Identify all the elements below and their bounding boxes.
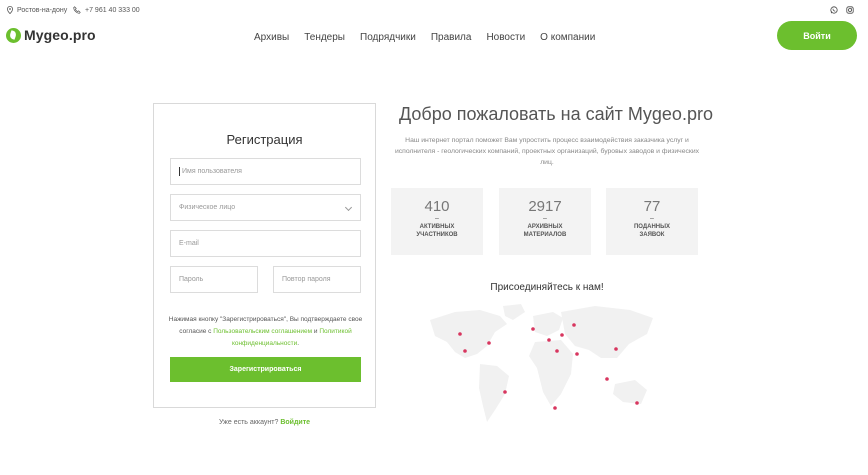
password-repeat-placeholder: Повтор пароля	[282, 276, 331, 283]
map-dot	[463, 349, 467, 353]
continent-north-america	[430, 310, 507, 358]
username-input[interactable]: Имя пользователя	[170, 158, 361, 185]
stat-label-line2: материалов	[523, 232, 567, 238]
email-input[interactable]: E-mail	[170, 230, 361, 257]
nav-item-archives[interactable]: Архивы	[254, 32, 289, 43]
agreement-suffix: .	[297, 340, 300, 347]
login-link[interactable]: Войдите	[280, 419, 310, 426]
stat-label-line1: активных	[419, 224, 455, 230]
stat-dash: –	[543, 215, 547, 222]
leaf-logo-icon	[6, 27, 21, 43]
logo-text: Mygeo.pro	[24, 27, 96, 43]
stat-submitted-requests: 77 – поданных заявок	[606, 188, 698, 255]
map-dot	[614, 347, 618, 351]
map-dot	[503, 390, 507, 394]
join-heading: Присоединяйтесь к нам!	[490, 282, 604, 293]
email-placeholder: E-mail	[179, 240, 199, 247]
stat-dash: –	[435, 215, 439, 222]
welcome-description: Наш интернет портал поможет Вам упростит…	[394, 137, 700, 166]
map-dot	[487, 341, 491, 345]
nav-item-contractors[interactable]: Подрядчики	[360, 32, 416, 43]
password-placeholder: Пароль	[179, 276, 204, 283]
stat-label-line1: архивных	[527, 224, 563, 230]
nav-item-tenders[interactable]: Тендеры	[304, 32, 345, 43]
username-placeholder: Имя пользователя	[182, 168, 242, 175]
city-text: Ростов-на-дону	[17, 6, 68, 14]
stat-label-line2: участников	[416, 232, 458, 238]
map-dot	[553, 406, 557, 410]
map-pin-icon	[7, 6, 13, 14]
map-dot	[531, 327, 535, 331]
stat-value: 410	[424, 198, 450, 215]
continent-australia	[613, 380, 647, 404]
agreement-text: Нажимая кнопку "Зарегистрироваться", Вы …	[166, 314, 365, 350]
map-dot	[560, 333, 564, 337]
account-type-select[interactable]: Физическое лицо	[170, 194, 361, 221]
register-button[interactable]: Зарегистрироваться	[170, 357, 361, 382]
map-dot	[547, 338, 551, 342]
social-links	[830, 6, 854, 14]
continent-greenland	[503, 304, 525, 320]
whatsapp-icon[interactable]	[830, 6, 838, 14]
nav-item-news[interactable]: Новости	[486, 32, 525, 43]
main-nav: Архивы Тендеры Подрядчики Правила Новост…	[254, 32, 610, 43]
form-title: Регистрация	[226, 132, 303, 147]
password-input[interactable]: Пароль	[170, 266, 258, 293]
stat-active-members: 410 – активных участников	[391, 188, 483, 255]
stat-label-line1: поданных	[633, 224, 671, 230]
stat-label-line2: заявок	[639, 232, 665, 238]
account-type-value: Физическое лицо	[179, 204, 236, 211]
map-dot	[635, 401, 639, 405]
continent-europe	[533, 312, 563, 336]
welcome-title: Добро пожаловать на сайт Mygeo.pro	[399, 104, 713, 124]
login-button[interactable]: Войти	[777, 21, 857, 50]
stat-value: 77	[643, 198, 661, 215]
map-dot	[575, 352, 579, 356]
map-dot	[572, 323, 576, 327]
user-agreement-link[interactable]: Пользовательским соглашением	[213, 328, 312, 335]
password-repeat-input[interactable]: Повтор пароля	[273, 266, 361, 293]
stat-archive-materials: 2917 – архивных материалов	[499, 188, 591, 255]
site-logo[interactable]: Mygeo.pro	[6, 27, 96, 43]
instagram-icon[interactable]	[846, 6, 854, 14]
stat-value: 2917	[528, 198, 562, 215]
top-info-bar: Ростов-на-дону +7 961 40 333 00	[0, 0, 868, 22]
stat-dash: –	[650, 215, 654, 222]
location: Ростов-на-дону	[6, 6, 67, 14]
have-account-line: Уже есть аккаунт? Войдите	[153, 419, 376, 426]
chevron-down-icon	[344, 203, 353, 212]
nav-item-about[interactable]: О компании	[540, 32, 595, 43]
continents	[430, 304, 653, 422]
map-dot	[605, 377, 609, 381]
registration-form: Регистрация Имя пользователя Физическое …	[153, 103, 376, 408]
have-account-text: Уже есть аккаунт?	[218, 419, 279, 426]
nav-item-rules[interactable]: Правила	[431, 32, 472, 43]
continent-africa	[529, 340, 573, 406]
continent-asia	[561, 306, 653, 358]
world-map	[430, 304, 653, 422]
phone-text[interactable]: +7 961 40 333 00	[85, 7, 140, 14]
phone-icon	[73, 6, 81, 14]
map-dot	[555, 349, 559, 353]
map-dot	[458, 332, 462, 336]
text-caret	[179, 167, 180, 176]
phone[interactable]: +7 961 40 333 00	[73, 6, 140, 14]
